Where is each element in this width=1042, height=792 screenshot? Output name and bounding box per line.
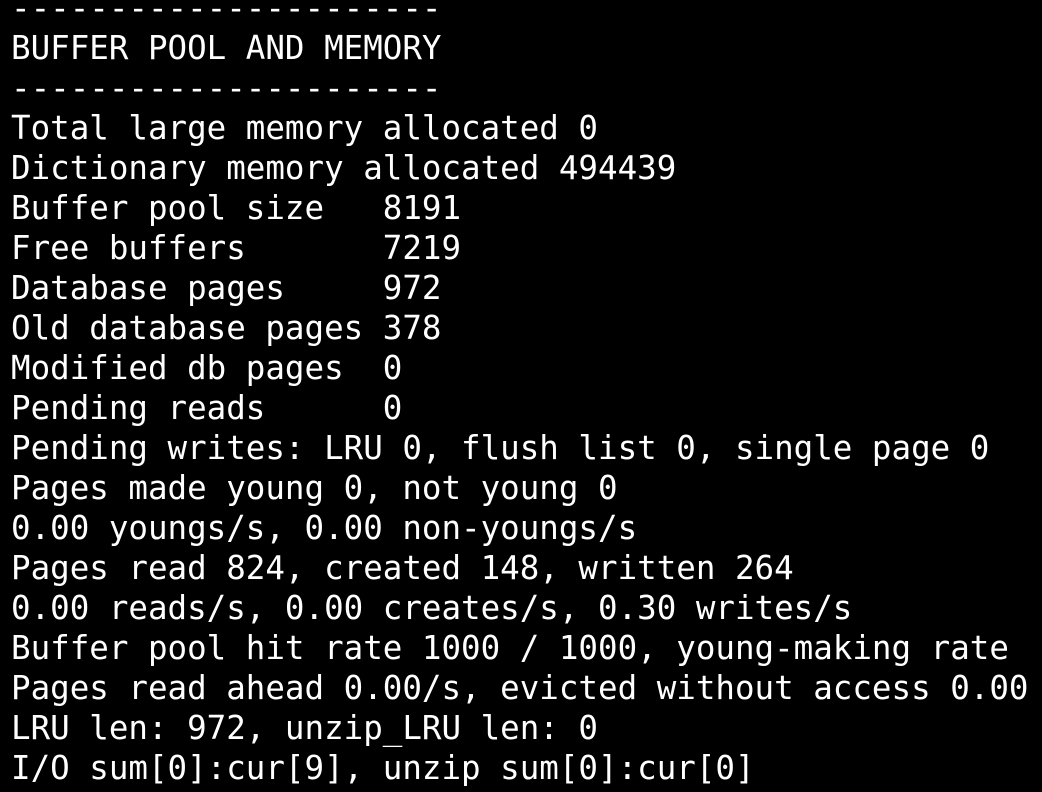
terminal-lines: ---------------------- BUFFER POOL AND M… <box>11 0 1028 788</box>
output-line-lru-len: LRU len: 972, unzip_LRU len: 0 <box>11 709 598 747</box>
output-line-pending-reads: Pending reads 0 <box>11 389 403 427</box>
output-line-youngs-rate: 0.00 youngs/s, 0.00 non-youngs/s <box>11 509 638 547</box>
output-line-read-ahead: Pages read ahead 0.00/s, evicted without… <box>11 669 1029 707</box>
output-line-dictionary-memory: Dictionary memory allocated 494439 <box>11 149 677 187</box>
section-heading: BUFFER POOL AND MEMORY <box>11 29 442 67</box>
output-line-hit-rate: Buffer pool hit rate 1000 / 1000, young-… <box>11 629 1009 667</box>
output-line-database-pages: Database pages 972 <box>11 269 442 307</box>
output-line-free-buffers: Free buffers 7219 <box>11 229 462 267</box>
terminal-output[interactable]: ---------------------- BUFFER POOL AND M… <box>0 0 1042 792</box>
output-line-pages-made-young: Pages made young 0, not young 0 <box>11 469 618 507</box>
output-line-total-large-memory: Total large memory allocated 0 <box>11 109 598 147</box>
output-line-io-sum: I/O sum[0]:cur[9], unzip sum[0]:cur[0] <box>11 749 755 787</box>
separator-line: ---------------------- <box>11 69 442 107</box>
output-line-pages-read: Pages read 824, created 148, written 264 <box>11 549 794 587</box>
separator-line: ---------------------- <box>11 0 442 27</box>
output-line-io-rates: 0.00 reads/s, 0.00 creates/s, 0.30 write… <box>11 589 853 627</box>
output-line-modified-db-pages: Modified db pages 0 <box>11 349 403 387</box>
output-line-old-database-pages: Old database pages 378 <box>11 309 442 347</box>
output-line-buffer-pool-size: Buffer pool size 8191 <box>11 189 462 227</box>
output-line-pending-writes: Pending writes: LRU 0, flush list 0, sin… <box>11 429 990 467</box>
